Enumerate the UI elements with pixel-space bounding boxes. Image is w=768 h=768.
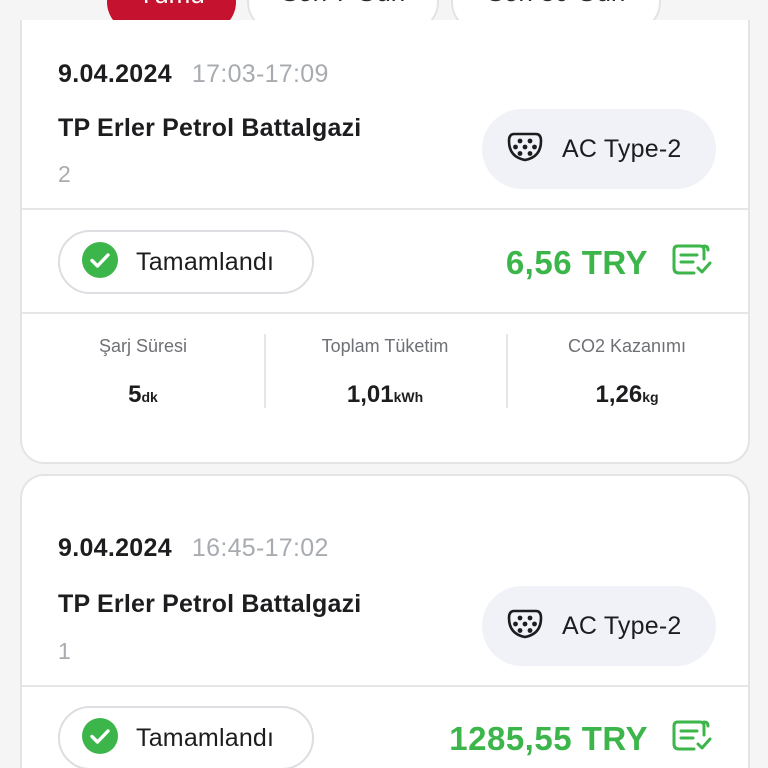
stat-value: 1,01kWh: [346, 381, 424, 408]
station-name: TP Erler Petrol Battalgazi: [58, 114, 362, 142]
connector-number: 1: [58, 638, 71, 664]
charging-session-card[interactable]: 9.04.2024 17:03-17:09 TP Erler Petrol Ba…: [20, 20, 750, 464]
connector-type-label: AC Type-2: [562, 134, 682, 163]
stat-charge-duration: Şarj Süresi 5dk: [22, 314, 264, 409]
check-circle-icon: [82, 241, 118, 283]
connector-type-label: AC Type-2: [562, 611, 682, 640]
amount-value: 1285,55 TRY: [449, 719, 648, 757]
session-date: 9.04.2024: [58, 60, 172, 88]
charging-session-card[interactable]: 9.04.2024 16:45-17:02 TP Erler Petrol Ba…: [20, 474, 750, 768]
receipt-check-icon[interactable]: [670, 242, 714, 283]
stat-label: CO2 Kazanımı: [567, 336, 687, 356]
divider: [22, 208, 748, 210]
stat-co2-saving: CO2 Kazanımı 1,26kg: [506, 314, 748, 409]
check-circle-icon: [82, 717, 118, 759]
connector-number: 2: [58, 161, 71, 187]
receipt-check-icon[interactable]: [670, 718, 714, 759]
type2-plug-icon: [506, 608, 544, 645]
station-name: TP Erler Petrol Battalgazi: [58, 590, 362, 618]
session-amount: 6,56 TRY: [506, 242, 714, 283]
session-time-range: 17:03-17:09: [191, 60, 329, 88]
session-datetime: 9.04.2024 16:45-17:02: [58, 534, 329, 563]
amount-value: 6,56 TRY: [505, 243, 648, 281]
stat-value: 5dk: [128, 381, 158, 408]
session-time-range: 16:45-17:02: [191, 534, 329, 562]
status-label: Tamamlandı: [136, 723, 275, 752]
stat-label: Şarj Süresi: [98, 336, 188, 356]
stat-label: Toplam Tüketim: [321, 336, 449, 356]
status-badge: Tamamlandı: [58, 706, 314, 768]
session-amount: 1285,55 TRY: [449, 718, 714, 759]
session-date: 9.04.2024: [58, 534, 172, 562]
status-label: Tamamlandı: [136, 247, 275, 276]
connector-type-badge: AC Type-2: [482, 586, 716, 666]
stat-value: 1,26kg: [595, 381, 659, 408]
stat-total-consumption: Toplam Tüketim 1,01kWh: [264, 314, 506, 409]
status-badge: Tamamlandı: [58, 230, 314, 294]
session-stats: Şarj Süresi 5dk Toplam Tüketim 1,01kWh C…: [22, 314, 748, 409]
session-datetime: 9.04.2024 17:03-17:09: [58, 60, 329, 89]
divider: [22, 685, 748, 687]
type2-plug-icon: [506, 131, 544, 168]
connector-type-badge: AC Type-2: [482, 109, 716, 189]
